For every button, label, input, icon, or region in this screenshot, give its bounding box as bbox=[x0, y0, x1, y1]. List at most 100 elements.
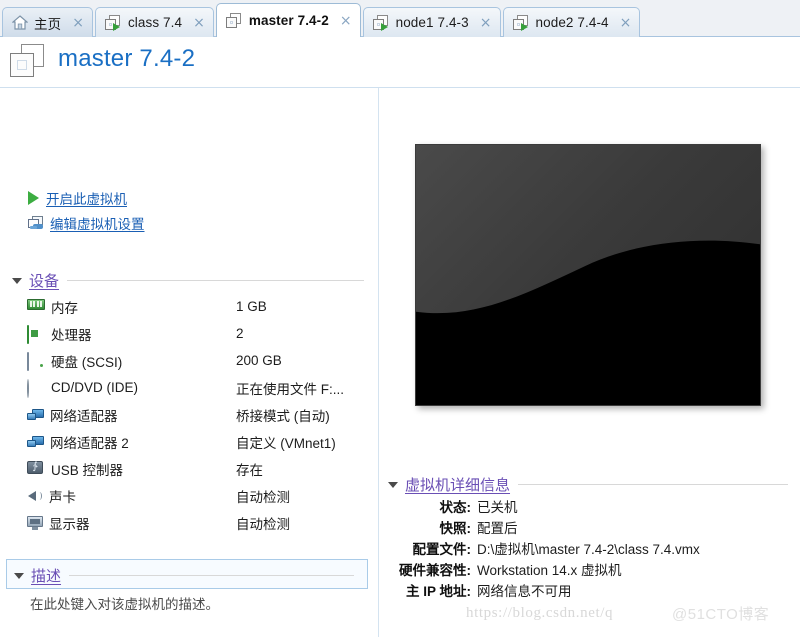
description-section-header[interactable]: 描述 bbox=[14, 565, 354, 586]
vm-running-icon bbox=[512, 14, 530, 31]
device-value: 2 bbox=[236, 326, 244, 341]
detail-value: 配置后 bbox=[477, 521, 518, 536]
vm-running-icon bbox=[372, 14, 390, 31]
network-icon bbox=[27, 407, 44, 422]
devices-section-header[interactable]: 设备 bbox=[12, 270, 364, 291]
tab-label: 主页 bbox=[34, 16, 62, 32]
display-icon bbox=[27, 515, 43, 530]
page-title: master 7.4-2 bbox=[58, 45, 196, 72]
tab-master-7-4-2[interactable]: master 7.4-2 × bbox=[215, 3, 361, 37]
device-name: CD/DVD (IDE) bbox=[51, 380, 138, 395]
device-value: 1 GB bbox=[236, 299, 267, 314]
watermark-url: https://blog.csdn.net/q bbox=[466, 605, 614, 621]
device-row-network-adapter[interactable]: 网络适配器 桥接模式 (自动) bbox=[0, 401, 378, 428]
tab-label: node2 7.4-4 bbox=[535, 15, 609, 30]
vm-screen-preview bbox=[415, 144, 761, 406]
device-name: 处理器 bbox=[51, 327, 92, 343]
section-rule bbox=[67, 280, 364, 281]
description-placeholder[interactable]: 在此处键入对该虚拟机的描述。 bbox=[30, 593, 219, 613]
tab-label: node1 7.4-3 bbox=[395, 15, 469, 30]
tab-close-icon[interactable]: × bbox=[71, 16, 85, 30]
devices-list: 内存 1 GB 处理器 2 硬盘 (SCSI) 200 GB CD/DVD (I… bbox=[0, 293, 378, 536]
tab-class-7-4[interactable]: class 7.4 × bbox=[94, 7, 214, 37]
device-value: 自定义 (VMnet1) bbox=[236, 435, 336, 451]
device-name: 网络适配器 2 bbox=[50, 435, 129, 451]
detail-row-state: 状态: 已关机 bbox=[379, 496, 800, 517]
device-row-processors[interactable]: 处理器 2 bbox=[0, 320, 378, 347]
cddvd-icon bbox=[27, 378, 45, 398]
detail-row-primary-ip-address: 主 IP 地址: 网络信息不可用 bbox=[379, 580, 800, 601]
device-name: USB 控制器 bbox=[51, 462, 124, 478]
vm-details-section-header[interactable]: 虚拟机详细信息 bbox=[388, 474, 788, 495]
device-value: 自动检测 bbox=[236, 489, 290, 505]
device-row-display[interactable]: 显示器 自动检测 bbox=[0, 509, 378, 536]
detail-label: 硬件兼容性: bbox=[399, 563, 471, 578]
device-name: 网络适配器 bbox=[50, 408, 118, 424]
device-name: 内存 bbox=[51, 300, 78, 316]
detail-value: D:\虚拟机\master 7.4-2\class 7.4.vmx bbox=[477, 542, 700, 557]
harddisk-icon bbox=[27, 351, 45, 371]
power-on-vm-link[interactable]: 开启此虚拟机 bbox=[28, 188, 127, 208]
description-section-title: 描述 bbox=[31, 568, 62, 585]
tab-bar: 主页 × class 7.4 × master 7.4-2 × node1 7.… bbox=[0, 0, 800, 37]
left-pane: 开启此虚拟机 编辑虚拟机设置 设备 内存 1 GB 处理器 2 硬盘 (SCSI… bbox=[0, 88, 378, 637]
tab-strip: 主页 × class 7.4 × master 7.4-2 × node1 7.… bbox=[0, 0, 800, 37]
settings-icon bbox=[28, 215, 44, 231]
device-value: 自动检测 bbox=[236, 516, 290, 532]
tab-close-icon[interactable]: × bbox=[192, 16, 206, 30]
vm-running-icon bbox=[104, 14, 122, 31]
section-rule bbox=[69, 575, 354, 576]
section-rule bbox=[518, 484, 788, 485]
tab-close-icon[interactable]: × bbox=[619, 16, 633, 30]
usb-icon: ∱ bbox=[27, 460, 45, 477]
device-row-memory[interactable]: 内存 1 GB bbox=[0, 293, 378, 320]
detail-label: 配置文件: bbox=[412, 542, 472, 557]
chevron-down-icon[interactable] bbox=[388, 481, 398, 488]
chevron-down-icon[interactable] bbox=[12, 277, 22, 284]
device-name: 显示器 bbox=[49, 516, 90, 532]
devices-section-title: 设备 bbox=[29, 273, 60, 290]
device-name: 声卡 bbox=[49, 489, 76, 505]
vm-details-section-title: 虚拟机详细信息 bbox=[405, 477, 511, 494]
tab-label: class 7.4 bbox=[127, 15, 183, 30]
preview-wave bbox=[416, 240, 760, 405]
detail-label: 状态: bbox=[439, 500, 472, 515]
device-name: 硬盘 (SCSI) bbox=[51, 354, 123, 370]
network-icon bbox=[27, 434, 44, 449]
device-row-sound-card[interactable]: 声卡 自动检测 bbox=[0, 482, 378, 509]
tab-node2-7-4-4[interactable]: node2 7.4-4 × bbox=[502, 7, 641, 37]
vm-details-list: 状态: 已关机 快照: 配置后 配置文件: D:\虚拟机\master 7.4-… bbox=[379, 496, 800, 601]
device-row-network-adapter-2[interactable]: 网络适配器 2 自定义 (VMnet1) bbox=[0, 428, 378, 455]
edit-vm-settings-label: 编辑虚拟机设置 bbox=[50, 217, 145, 232]
home-icon bbox=[11, 15, 29, 30]
tab-close-icon[interactable]: × bbox=[479, 16, 493, 30]
detail-row-hardware-compatibility: 硬件兼容性: Workstation 14.x 虚拟机 bbox=[379, 559, 800, 580]
memory-icon bbox=[27, 298, 45, 315]
device-value: 200 GB bbox=[236, 353, 282, 368]
device-row-harddisk[interactable]: 硬盘 (SCSI) 200 GB bbox=[0, 347, 378, 374]
vm-preview-thumbnail[interactable] bbox=[415, 144, 761, 406]
detail-label: 主 IP 地址: bbox=[405, 584, 471, 599]
cpu-icon bbox=[27, 324, 45, 344]
vm-icon bbox=[225, 12, 243, 29]
detail-value: 已关机 bbox=[477, 500, 518, 515]
device-row-usb-controller[interactable]: ∱ USB 控制器 存在 bbox=[0, 455, 378, 482]
detail-row-config-file: 配置文件: D:\虚拟机\master 7.4-2\class 7.4.vmx bbox=[379, 538, 800, 559]
edit-vm-settings-link[interactable]: 编辑虚拟机设置 bbox=[28, 213, 145, 233]
device-value: 存在 bbox=[236, 462, 263, 478]
tab-home[interactable]: 主页 × bbox=[2, 7, 93, 37]
chevron-down-icon[interactable] bbox=[14, 572, 24, 579]
device-row-cddvd[interactable]: CD/DVD (IDE) 正在使用文件 F:... bbox=[0, 374, 378, 401]
tab-node1-7-4-3[interactable]: node1 7.4-3 × bbox=[362, 7, 501, 37]
detail-value: 网络信息不可用 bbox=[477, 584, 572, 599]
tab-label: master 7.4-2 bbox=[248, 13, 329, 28]
sound-icon bbox=[27, 489, 43, 503]
power-on-vm-label: 开启此虚拟机 bbox=[46, 192, 127, 207]
detail-row-snapshot: 快照: 配置后 bbox=[379, 517, 800, 538]
watermark-site: @51CTO博客 bbox=[672, 606, 770, 623]
right-pane: 虚拟机详细信息 状态: 已关机 快照: 配置后 配置文件: D:\虚拟机\mas… bbox=[379, 88, 800, 637]
device-value: 正在使用文件 F:... bbox=[236, 381, 344, 397]
tab-close-icon[interactable]: × bbox=[339, 14, 353, 28]
detail-label: 快照: bbox=[439, 521, 472, 536]
vm-icon bbox=[10, 44, 46, 78]
